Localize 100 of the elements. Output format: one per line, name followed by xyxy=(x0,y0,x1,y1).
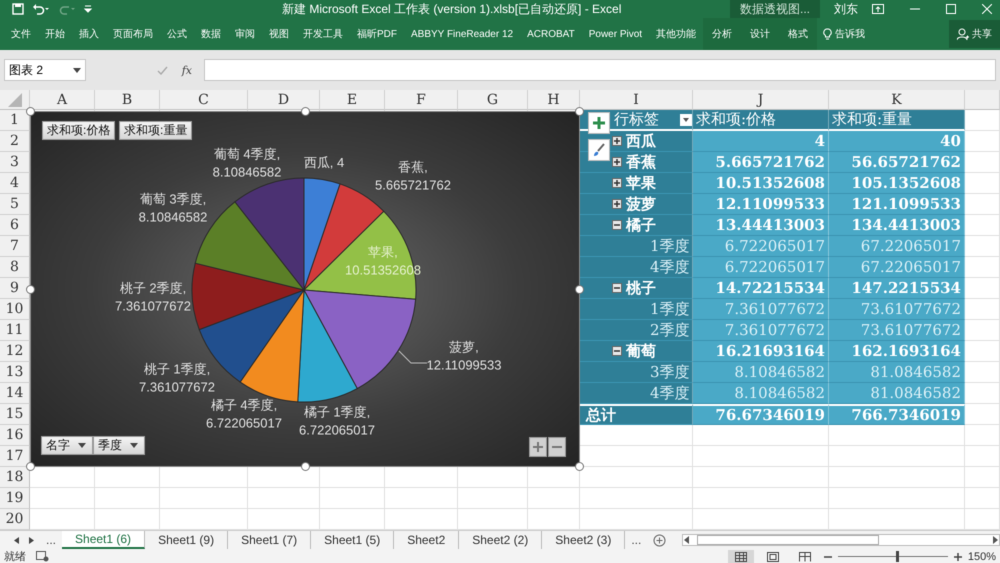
spreadsheet-cell[interactable] xyxy=(965,299,1000,320)
row-header[interactable]: 15 xyxy=(0,404,30,425)
scroll-left-icon[interactable] xyxy=(683,536,692,544)
row-header[interactable]: 1 xyxy=(0,110,30,131)
ribbon-tab[interactable]: 其他功能 xyxy=(649,18,704,50)
ribbon-tab[interactable]: 审阅 xyxy=(228,18,262,50)
spreadsheet-cell[interactable] xyxy=(965,110,1000,131)
customize-icon[interactable] xyxy=(84,5,92,13)
spreadsheet-cell[interactable] xyxy=(458,488,528,509)
expand-field-button[interactable] xyxy=(529,437,547,457)
spreadsheet-cell[interactable] xyxy=(965,173,1000,194)
spreadsheet-cell[interactable] xyxy=(965,257,1000,278)
macro-record-icon[interactable] xyxy=(36,551,49,562)
column-header[interactable]: D xyxy=(248,90,320,110)
spreadsheet-cell[interactable] xyxy=(965,488,1000,509)
column-header[interactable]: C xyxy=(160,90,248,110)
spreadsheet-cell[interactable] xyxy=(965,446,1000,467)
formula-input[interactable] xyxy=(204,59,996,81)
row-header[interactable]: 10 xyxy=(0,299,30,320)
row-header[interactable]: 6 xyxy=(0,215,30,236)
row-header[interactable]: 13 xyxy=(0,362,30,383)
resize-handle[interactable] xyxy=(301,462,310,471)
spreadsheet-cell[interactable] xyxy=(693,425,829,446)
expand-icon[interactable] xyxy=(612,199,622,209)
expand-icon[interactable] xyxy=(612,157,622,167)
spreadsheet-cell[interactable] xyxy=(965,152,1000,173)
row-header[interactable]: 14 xyxy=(0,383,30,404)
spreadsheet-cell[interactable] xyxy=(693,446,829,467)
spreadsheet-cell[interactable] xyxy=(965,362,1000,383)
enter-icon[interactable] xyxy=(156,66,168,74)
spreadsheet-cell[interactable] xyxy=(95,488,160,509)
name-box[interactable]: 图表 2 xyxy=(4,59,86,81)
ribbon-tab[interactable]: 开始 xyxy=(38,18,72,50)
axis-field-button[interactable]: 季度 xyxy=(93,436,145,455)
spreadsheet-cell[interactable] xyxy=(829,446,965,467)
value-field-button[interactable]: 求和项:价格 xyxy=(42,121,116,140)
spreadsheet-cell[interactable] xyxy=(965,215,1000,236)
scroll-right-icon[interactable] xyxy=(991,536,999,544)
column-header[interactable]: J xyxy=(693,90,829,110)
ribbon-tab[interactable]: 公式 xyxy=(160,18,194,50)
ribbon-tab[interactable]: 视图 xyxy=(262,18,296,50)
column-header[interactable]: K xyxy=(829,90,965,110)
row-header[interactable]: 20 xyxy=(0,509,30,530)
filter-dropdown-icon[interactable] xyxy=(680,114,692,126)
spreadsheet-cell[interactable] xyxy=(528,488,580,509)
spreadsheet-cell[interactable] xyxy=(829,488,965,509)
row-header[interactable]: 8 xyxy=(0,257,30,278)
row-header[interactable]: 19 xyxy=(0,488,30,509)
ribbon-tab[interactable]: 格式 xyxy=(779,18,818,50)
more-sheets[interactable]: ... xyxy=(625,531,648,549)
expand-icon[interactable] xyxy=(612,136,622,146)
collapse-field-button[interactable] xyxy=(548,437,566,457)
spreadsheet-cell[interactable] xyxy=(965,467,1000,488)
spreadsheet-cell[interactable] xyxy=(30,488,95,509)
insert-function-button[interactable]: fx xyxy=(182,64,192,76)
column-header[interactable]: G xyxy=(458,90,528,110)
spreadsheet-cell[interactable] xyxy=(965,320,1000,341)
maximize-icon[interactable] xyxy=(946,4,956,14)
row-header[interactable]: 5 xyxy=(0,194,30,215)
row-header[interactable]: 3 xyxy=(0,152,30,173)
spreadsheet-cell[interactable] xyxy=(693,488,829,509)
ribbon-tab[interactable]: 数据 xyxy=(194,18,228,50)
next-sheet-icon[interactable] xyxy=(29,536,34,544)
row-header[interactable]: 12 xyxy=(0,341,30,362)
zoom-level[interactable]: 150% xyxy=(968,550,996,562)
row-header[interactable]: 16 xyxy=(0,425,30,446)
spreadsheet-cell[interactable] xyxy=(580,467,693,488)
zoom-in-icon[interactable] xyxy=(954,552,962,560)
axis-field-button[interactable]: 名字 xyxy=(41,436,93,455)
column-header[interactable]: B xyxy=(95,90,160,110)
ribbon-tab[interactable]: 插入 xyxy=(72,18,106,50)
ribbon-tab[interactable]: 福昕PDF xyxy=(350,18,404,50)
spreadsheet-cell[interactable] xyxy=(580,488,693,509)
horizontal-scrollbar[interactable] xyxy=(682,534,1000,546)
ribbon-tab[interactable]: 页面布局 xyxy=(106,18,160,50)
column-header[interactable] xyxy=(965,90,1000,110)
spreadsheet-cell[interactable] xyxy=(829,425,965,446)
ribbon-tab[interactable]: 设计 xyxy=(741,18,780,50)
spreadsheet-cell[interactable] xyxy=(965,425,1000,446)
user-name[interactable]: 刘东 xyxy=(820,0,872,18)
row-header[interactable]: 11 xyxy=(0,320,30,341)
close-icon[interactable] xyxy=(982,4,992,14)
ribbon-tab[interactable]: Power Pivot xyxy=(582,18,650,50)
column-header[interactable]: H xyxy=(528,90,580,110)
spreadsheet-cell[interactable] xyxy=(965,131,1000,152)
ribbon-tab[interactable]: ACROBAT xyxy=(520,18,582,50)
spreadsheet-cell[interactable] xyxy=(829,467,965,488)
scroll-thumb[interactable] xyxy=(697,535,880,545)
row-header[interactable]: 17 xyxy=(0,446,30,467)
ribbon-tab[interactable]: 开发工具 xyxy=(296,18,350,50)
add-sheet-icon[interactable] xyxy=(653,534,666,546)
normal-view-icon[interactable] xyxy=(728,550,754,563)
select-all-icon[interactable] xyxy=(8,92,22,106)
collapse-icon[interactable] xyxy=(612,346,622,356)
ribbon-tab[interactable]: ABBYY FineReader 12 xyxy=(404,18,520,50)
collapse-icon[interactable] xyxy=(612,220,622,230)
column-header[interactable]: I xyxy=(580,90,693,110)
more-sheets[interactable]: ... xyxy=(40,531,62,549)
previous-sheet-icon[interactable] xyxy=(14,536,19,544)
column-header[interactable]: F xyxy=(385,90,458,110)
